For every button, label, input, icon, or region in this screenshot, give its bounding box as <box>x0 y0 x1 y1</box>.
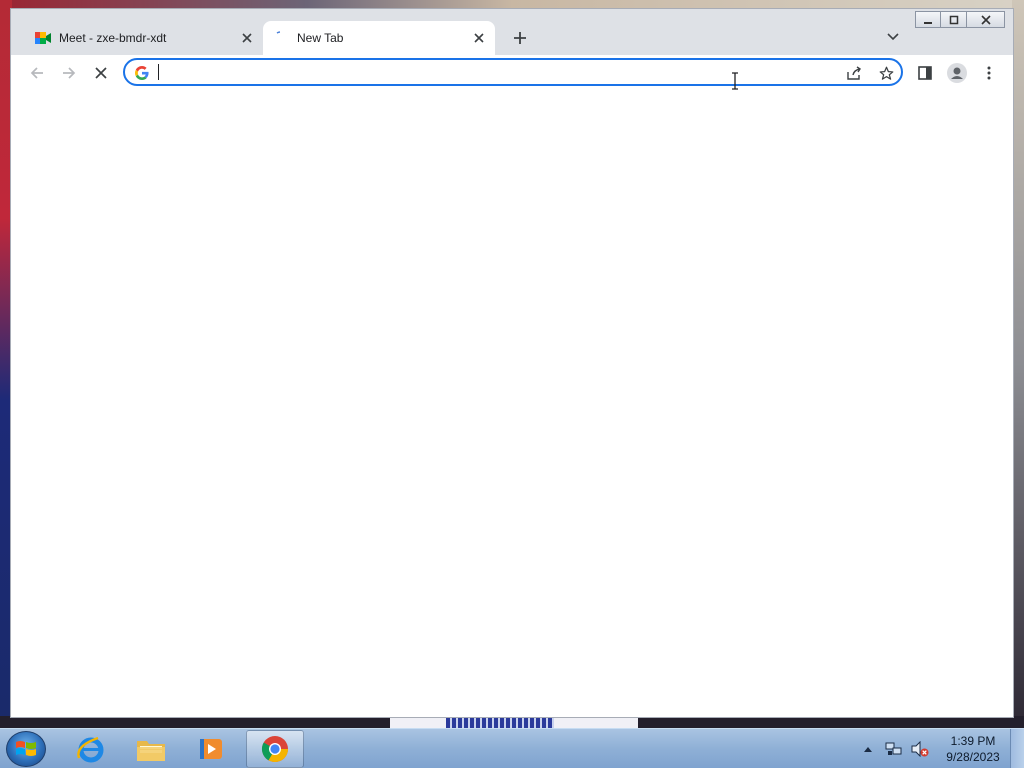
taskbar-internet-explorer[interactable] <box>62 730 120 768</box>
media-player-icon <box>200 739 222 759</box>
stop-loading-icon <box>95 67 107 79</box>
plus-icon <box>514 32 526 44</box>
system-tray: 1:39 PM 9/28/2023 <box>858 729 1024 768</box>
close-icon <box>474 33 484 43</box>
browser-toolbar <box>11 55 1013 91</box>
window-controls <box>915 11 1005 29</box>
restore-button[interactable] <box>941 11 967 28</box>
close-icon <box>980 14 991 25</box>
tab-close-button[interactable] <box>471 30 487 46</box>
taskbar-media-player[interactable] <box>182 730 240 768</box>
arrow-forward-icon <box>63 67 76 79</box>
side-panel-icon <box>918 66 932 80</box>
network-icon <box>885 742 902 755</box>
tab-strip: Meet - zxe-bmdr-xdt New Tab <box>11 9 1013 55</box>
loading-spinner-icon <box>273 30 289 46</box>
side-panel-button[interactable] <box>913 61 937 85</box>
volume-button[interactable] <box>910 739 930 759</box>
close-icon <box>242 33 252 43</box>
file-explorer-icon <box>137 741 165 761</box>
chrome-icon <box>261 736 289 763</box>
show-hidden-icons-button[interactable] <box>858 739 878 759</box>
volume-muted-icon <box>911 741 929 757</box>
address-bar[interactable] <box>123 58 903 90</box>
back-button[interactable] <box>25 61 49 85</box>
star-icon <box>879 66 893 80</box>
network-button[interactable] <box>884 739 904 759</box>
google-meet-icon <box>35 30 51 46</box>
stop-loading-button[interactable] <box>89 61 113 85</box>
start-button[interactable] <box>6 731 46 767</box>
clock[interactable]: 1:39 PM 9/28/2023 <box>940 733 1006 765</box>
chevron-down-icon <box>887 33 899 41</box>
share-button[interactable] <box>843 63 865 83</box>
show-desktop-button[interactable] <box>1010 729 1024 768</box>
browser-window: Meet - zxe-bmdr-xdt New Tab <box>10 8 1014 718</box>
page-content <box>11 91 1013 717</box>
profile-icon <box>947 63 967 83</box>
clock-time: 1:39 PM <box>950 734 996 748</box>
ibeam-cursor-icon <box>731 72 739 90</box>
tab-search-button[interactable] <box>883 27 903 47</box>
text-caret <box>158 64 159 80</box>
tab-title: Meet - zxe-bmdr-xdt <box>59 31 167 45</box>
google-g-icon <box>134 65 150 81</box>
tab-new-tab[interactable]: New Tab <box>263 21 495 55</box>
tab-meet[interactable]: Meet - zxe-bmdr-xdt <box>25 21 263 55</box>
windows-logo-icon <box>16 741 36 756</box>
chevron-up-icon <box>864 747 872 752</box>
arrow-back-icon <box>30 67 43 79</box>
chrome-menu-button[interactable] <box>977 61 1001 85</box>
address-input[interactable] <box>157 62 817 82</box>
bookmark-button[interactable] <box>875 63 897 83</box>
new-tab-button[interactable] <box>507 25 533 51</box>
taskbar-chrome[interactable] <box>246 730 304 768</box>
internet-explorer-icon <box>77 736 104 763</box>
taskbar-file-explorer[interactable] <box>122 730 180 768</box>
clock-date: 9/28/2023 <box>946 750 1000 764</box>
tab-title: New Tab <box>297 31 344 45</box>
minimize-button[interactable] <box>915 11 941 28</box>
kebab-menu-icon <box>987 66 991 80</box>
share-icon <box>847 66 861 80</box>
taskbar: 1:39 PM 9/28/2023 <box>0 728 1024 768</box>
tab-close-button[interactable] <box>239 30 255 46</box>
minimize-icon <box>924 21 932 24</box>
forward-button[interactable] <box>57 61 81 85</box>
profile-button[interactable] <box>945 61 969 85</box>
close-window-button[interactable] <box>967 11 1005 28</box>
restore-icon <box>949 15 958 24</box>
